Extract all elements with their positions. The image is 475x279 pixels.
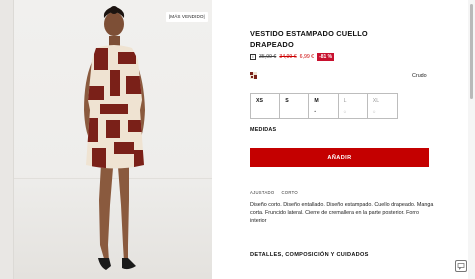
info-icon[interactable]: i [250, 54, 256, 60]
product-gallery: |MÁS VENDIDO| [0, 0, 212, 279]
add-to-cart-button[interactable]: AÑADIR [250, 148, 429, 167]
notify-icon: ◌ [343, 109, 347, 114]
price-row: i 35,99 € 34,99 € 6,99 € -81 % [250, 53, 335, 61]
size-label: XL [372, 98, 380, 104]
previous-image-strip[interactable] [0, 0, 14, 279]
size-option-l[interactable]: L ◌ [339, 94, 368, 118]
color-name: Crudo [412, 73, 427, 79]
price-previous: 34,99 € [279, 54, 297, 60]
details-composition-care-link[interactable]: DETALLES, COMPOSICIÓN Y CUIDADOS [250, 252, 369, 258]
fit-tag: AJUSTADO [250, 190, 275, 195]
size-label: XS [256, 98, 263, 104]
size-label: M [314, 98, 319, 104]
discount-badge: -81 % [317, 53, 335, 61]
low-stock-indicator: • [314, 109, 316, 114]
size-option-m[interactable]: M • [309, 94, 339, 118]
model-figure [84, 6, 145, 270]
size-guide-link[interactable]: MEDIDAS [250, 127, 276, 133]
product-description: Diseño corto. Diseño entallado. Diseño e… [250, 202, 434, 224]
product-title: VESTIDO ESTAMPADO CUELLO DRAPEADO [250, 29, 368, 49]
chat-icon[interactable] [455, 260, 467, 272]
price-original: 35,99 € [259, 54, 277, 60]
size-label: S [285, 98, 289, 104]
size-option-s[interactable]: S [280, 94, 310, 118]
scrollbar-thumb[interactable] [470, 4, 473, 99]
fit-tags: AJUSTADO CORTO [250, 190, 298, 195]
size-selector: XS S M • L ◌ XL ◌ [250, 93, 398, 119]
color-swatch[interactable] [250, 72, 257, 79]
price-current: 6,99 € [299, 54, 315, 60]
bestseller-badge: |MÁS VENDIDO| [166, 12, 208, 22]
length-tag: CORTO [281, 190, 298, 195]
notify-icon: ◌ [372, 109, 376, 114]
size-option-xl[interactable]: XL ◌ [368, 94, 397, 118]
chat-glyph-icon [457, 263, 465, 270]
size-option-xs[interactable]: XS [251, 94, 281, 118]
product-photo[interactable]: |MÁS VENDIDO| [14, 0, 212, 279]
size-label: L [343, 98, 347, 104]
